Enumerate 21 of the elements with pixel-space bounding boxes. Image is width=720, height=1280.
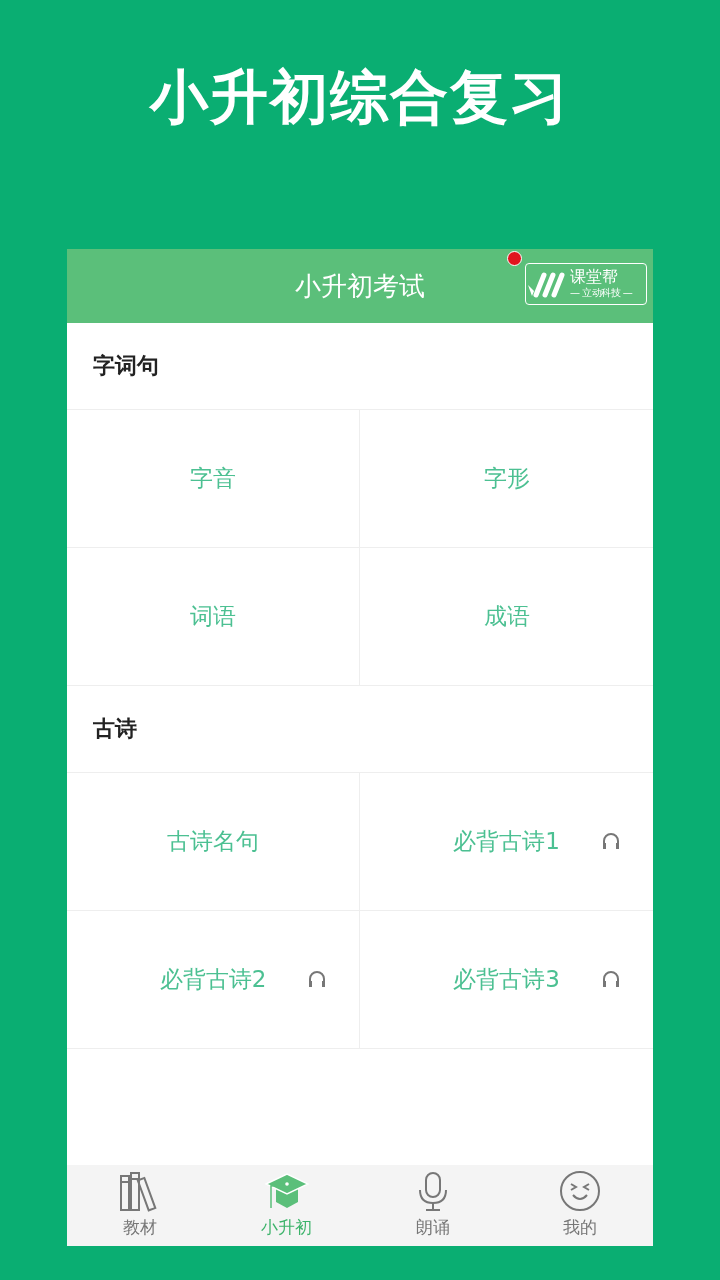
menu-item[interactable]: 古诗名句 bbox=[67, 773, 360, 911]
logo-icon bbox=[528, 269, 566, 299]
menu-item[interactable]: 字音 bbox=[67, 410, 360, 548]
microphone-icon bbox=[417, 1172, 450, 1212]
tab[interactable]: 朗诵 bbox=[360, 1165, 507, 1246]
tab[interactable]: 小升初 bbox=[213, 1165, 360, 1246]
logo-name: 课堂帮 bbox=[570, 268, 619, 286]
menu-item[interactable]: 成语 bbox=[360, 548, 653, 686]
tab[interactable]: 我的 bbox=[506, 1165, 653, 1246]
header-title: 小升初考试 bbox=[295, 269, 425, 303]
page-title: 小升初综合复习 bbox=[150, 61, 570, 133]
menu-item[interactable]: 词语 bbox=[67, 548, 360, 686]
menu-item[interactable]: 必背古诗2 bbox=[67, 911, 360, 1049]
section-title: 古诗 bbox=[93, 715, 137, 743]
tab[interactable]: 教材 bbox=[67, 1165, 214, 1246]
smiley-icon bbox=[558, 1170, 601, 1212]
section-title: 字词句 bbox=[93, 352, 159, 380]
menu-item[interactable]: 必背古诗3 bbox=[360, 911, 653, 1049]
logo-tagline: — 立动科技 — bbox=[570, 286, 633, 300]
menu-item[interactable]: 必背古诗1 bbox=[360, 773, 653, 911]
menu-item[interactable]: 字形 bbox=[360, 410, 653, 548]
